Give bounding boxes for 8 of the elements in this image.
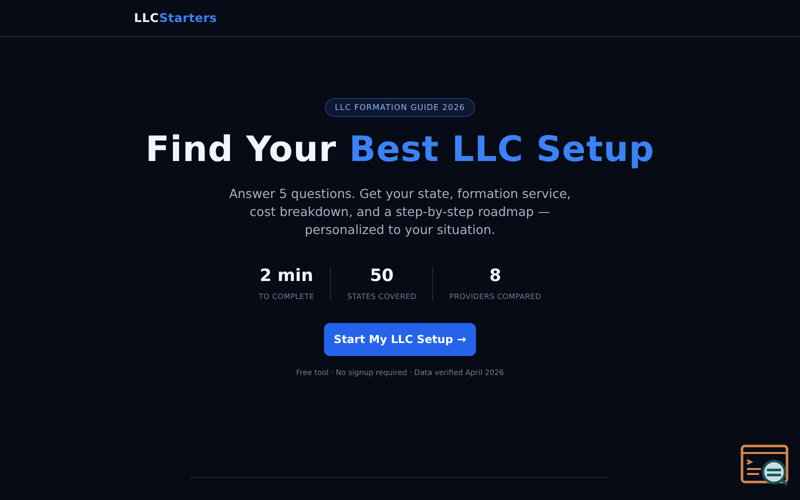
stat-value: 2 min [260, 266, 314, 286]
subtitle: Answer 5 questions. Get your state, formation service, cost breakdown, and a step-by-step roadmap — personalized to your situation. [228, 185, 572, 239]
logo[interactable]: LLCStarters [134, 11, 217, 25]
headline: Find Your Best LLC Setup [144, 131, 656, 169]
stat-value: 8 [489, 266, 502, 286]
badge: LLC FORMATION GUIDE 2026 [324, 98, 476, 117]
stat-value: 50 [370, 266, 394, 286]
start-button[interactable]: Start My LLC Setup → [324, 323, 476, 356]
